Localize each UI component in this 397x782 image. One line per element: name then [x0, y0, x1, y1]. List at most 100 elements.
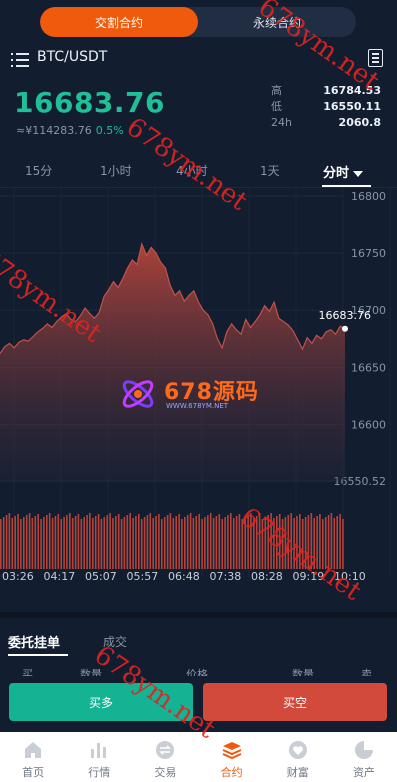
exchange-icon [156, 741, 175, 759]
orders-tab-underline [8, 654, 68, 656]
pie-chart-icon [354, 741, 373, 759]
tab-trades[interactable]: 成交 [103, 633, 127, 650]
volume-bar [83, 517, 85, 569]
tabbar-label: 资产 [352, 766, 375, 779]
volume-bar [310, 513, 313, 569]
volume-bar [290, 513, 292, 569]
stack-icon [222, 742, 241, 760]
x-tick-label: 05:57 [127, 570, 159, 583]
volume-bar [163, 517, 166, 569]
x-tick-label: 09:19 [293, 570, 325, 583]
volume-bar [218, 514, 221, 569]
volume-bar [8, 513, 11, 569]
pair-title[interactable]: BTC/USDT [37, 49, 107, 65]
tab-perpetual-contract[interactable]: 永续合约 [198, 7, 356, 37]
volume-bar [253, 518, 255, 569]
volume-bar [224, 517, 226, 569]
volume-bar [77, 514, 80, 569]
tabbar-label: 合约 [220, 766, 243, 779]
volume-bar [201, 519, 203, 569]
volume-bar [155, 516, 157, 569]
volume-bar [255, 516, 258, 569]
volume-bar [69, 513, 71, 569]
price-area [0, 244, 345, 481]
volume-bar [37, 514, 39, 569]
x-tick-label: 10:10 [334, 570, 366, 583]
volume-bar [149, 513, 152, 569]
volume-bar [258, 514, 261, 569]
x-tick-label: 08:28 [251, 570, 283, 583]
stats-panel: 高 16784.53 低 16550.11 24h 2060.8 [271, 82, 381, 130]
volume-bar [71, 518, 74, 569]
tab-delivery-contract[interactable]: 交割合约 [40, 7, 198, 37]
volume-bar [60, 519, 62, 569]
volume-bar [227, 515, 229, 569]
tabbar-label: 行情 [88, 766, 111, 779]
volume-bar [132, 518, 134, 569]
volume-bar [270, 513, 272, 569]
volume-bar [327, 515, 330, 569]
tabbar-item-home[interactable]: 首页 [0, 732, 66, 782]
interval-4h[interactable]: 4小时 [176, 162, 208, 179]
high-value: 16784.53 [323, 83, 381, 97]
x-tick-label: 04:17 [44, 570, 76, 583]
volume-value: 2060.8 [338, 115, 381, 129]
volume-bar [184, 517, 186, 569]
change-percent: 0.5% [95, 124, 124, 137]
tabbar-item-assets[interactable]: 资产 [331, 732, 397, 782]
volume-bar [181, 519, 183, 569]
menu-icon[interactable] [11, 53, 29, 67]
volume-bar [261, 519, 264, 569]
volume-bar [215, 516, 218, 569]
volume-bar [299, 514, 301, 569]
tabbar-label: 财富 [286, 766, 309, 779]
interval-1d[interactable]: 1天 [260, 162, 280, 179]
volume-bar [204, 517, 206, 569]
tabbar-item-trade[interactable]: 交易 [132, 732, 198, 782]
y-tick-label: 16800 [351, 190, 386, 203]
volume-bar [117, 514, 120, 569]
tabbar-item-contract[interactable]: 合约 [199, 732, 265, 782]
volume-bar [161, 519, 163, 569]
volume-bar [322, 519, 324, 569]
interval-timeshare[interactable]: 分时 [323, 162, 364, 181]
volume-bar [189, 513, 192, 569]
volume-bar [46, 515, 48, 569]
volume-bar [241, 519, 244, 569]
y-tick-label: 16750 [351, 247, 386, 260]
volume-bar [186, 515, 189, 569]
interval-15m[interactable]: 15分 [25, 162, 52, 179]
low-label: 低 [271, 100, 282, 113]
volume-bar [281, 519, 284, 569]
volume-bar [250, 513, 252, 569]
volume-bar [339, 514, 341, 569]
interval-1h[interactable]: 1小时 [100, 162, 132, 179]
volume-bar [212, 518, 215, 569]
volume-bar [129, 513, 131, 569]
tabbar-label: 交易 [154, 766, 177, 779]
volume-bar [11, 518, 14, 569]
tabbar-item-wealth[interactable]: 财富 [265, 732, 331, 782]
volume-bar [92, 518, 94, 569]
last-price-dot [342, 325, 348, 332]
volume-bar [301, 519, 304, 569]
buy-long-button[interactable]: 买多 [9, 683, 193, 721]
cny-price: ≈¥114283.76 [16, 124, 92, 137]
document-icon[interactable] [368, 49, 383, 67]
buy-short-button[interactable]: 买空 [203, 683, 387, 721]
tab-open-orders[interactable]: 委托挂单 [8, 632, 60, 651]
volume-bar [57, 514, 60, 569]
tabbar-item-market[interactable]: 行情 [66, 732, 132, 782]
volume-bar [2, 517, 5, 569]
volume-bar [175, 516, 177, 569]
volume-bar [25, 515, 28, 569]
high-label: 高 [271, 84, 282, 97]
volume-bar [333, 518, 336, 569]
volume-bar [158, 514, 160, 569]
volume-bar [14, 516, 16, 569]
interval-tabs: 15分 1小时 4小时 1天 分时 [0, 152, 397, 188]
volume-bar [40, 519, 42, 569]
volume-bar [287, 515, 290, 569]
volume-bar [138, 514, 140, 569]
x-tick-label: 05:07 [85, 570, 117, 583]
